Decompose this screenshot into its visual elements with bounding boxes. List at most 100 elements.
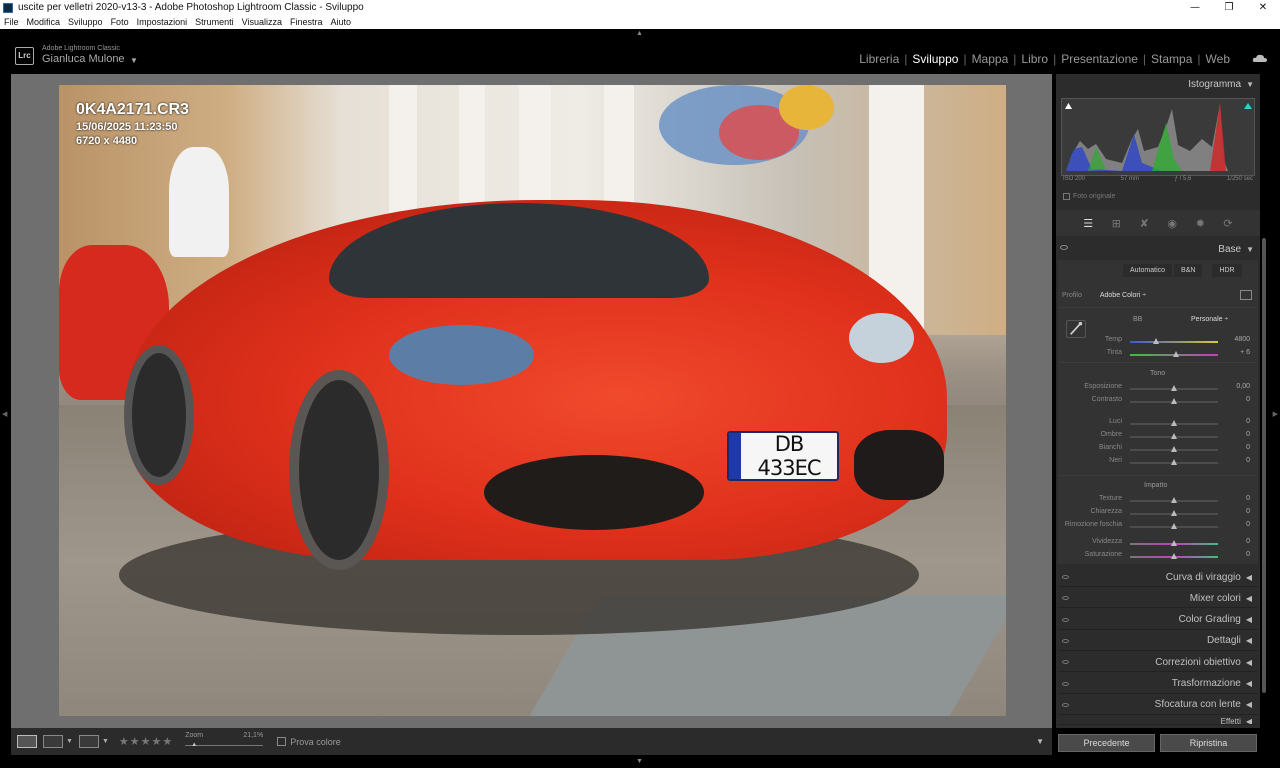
slider-esposizione[interactable]: Esposizione 0,00 — [1058, 382, 1258, 394]
compare-view-button[interactable] — [43, 735, 63, 748]
slider-value[interactable]: 0 — [1246, 444, 1250, 451]
slider-luci[interactable]: Luci 0 — [1058, 417, 1258, 429]
original-photo-checkbox[interactable] — [1063, 193, 1070, 200]
image-canvas[interactable]: DB 433EC 0K4A2171.CR3 15/06/2025 11:23:5… — [11, 74, 1052, 728]
slider-knob[interactable] — [1171, 523, 1177, 529]
original-photo-toggle[interactable]: Foto originale — [1063, 193, 1115, 200]
hdr-button[interactable]: HDR — [1212, 264, 1242, 277]
maximize-icon[interactable]: ❐ — [1212, 2, 1246, 13]
bw-button[interactable]: B&N — [1174, 264, 1203, 277]
module-mappa[interactable]: Mappa — [967, 52, 1014, 66]
photo-preview[interactable]: DB 433EC 0K4A2171.CR3 15/06/2025 11:23:5… — [59, 85, 1006, 716]
menu-strumenti[interactable]: Strumenti — [191, 17, 238, 27]
slider-value[interactable]: 0 — [1246, 495, 1250, 502]
previous-button[interactable]: Precedente — [1058, 734, 1155, 752]
module-libro[interactable]: Libro — [1016, 52, 1053, 66]
module-stampa[interactable]: Stampa — [1146, 52, 1197, 66]
eye-icon[interactable] — [1062, 681, 1069, 686]
slider-knob[interactable] — [1171, 420, 1177, 426]
menu-file[interactable]: File — [0, 17, 23, 27]
slider-value[interactable]: 0 — [1246, 521, 1250, 528]
slider-value[interactable]: 0 — [1246, 508, 1250, 515]
slider-track[interactable] — [1130, 341, 1218, 343]
chevron-down-icon[interactable]: ▼ — [66, 738, 73, 745]
heal-icon[interactable]: ✘ — [1140, 217, 1149, 230]
right-panel-toggle-icon[interactable]: ▶ — [1273, 410, 1278, 418]
eye-icon[interactable] — [1062, 617, 1069, 622]
eye-icon[interactable] — [1062, 660, 1069, 665]
top-panel-toggle-icon[interactable]: ▲ — [636, 30, 643, 37]
slider-value[interactable]: 0 — [1246, 431, 1250, 438]
edit-sliders-icon[interactable]: ☰ — [1083, 217, 1093, 230]
histogram[interactable] — [1061, 98, 1255, 176]
slider-rimozione-foschia[interactable]: Rimozione foschia 0 — [1058, 520, 1258, 532]
user-name[interactable]: Gianluca Mulone — [42, 53, 125, 65]
slider-knob[interactable] — [1171, 433, 1177, 439]
before-after-button[interactable] — [78, 735, 99, 748]
slider-knob[interactable] — [1171, 385, 1177, 391]
panel-header-mixer-colori[interactable]: Mixer colori ◀ — [1058, 589, 1258, 609]
slider-texture[interactable]: Texture 0 — [1058, 494, 1258, 506]
auto-button[interactable]: Automatico — [1123, 264, 1173, 277]
cloud-icon[interactable] — [1252, 53, 1268, 63]
slider-chiarezza[interactable]: Chiarezza 0 — [1058, 507, 1258, 519]
histogram-header[interactable]: Istogramma ▼ — [1056, 74, 1260, 94]
slider-ombre[interactable]: Ombre 0 — [1058, 430, 1258, 442]
rating-stars[interactable]: ★★★★★ — [119, 735, 173, 748]
slider-value[interactable]: 0 — [1246, 457, 1250, 464]
chevron-down-icon[interactable]: ▼ — [102, 738, 109, 745]
slider-knob[interactable] — [1172, 351, 1179, 357]
reset-button[interactable]: Ripristina — [1160, 734, 1257, 752]
slider-knob[interactable] — [1171, 510, 1177, 516]
menu-foto[interactable]: Foto — [107, 17, 133, 27]
slider-neri[interactable]: Neri 0 — [1058, 456, 1258, 468]
slider-value[interactable]: 0 — [1246, 551, 1250, 558]
menu-finestra[interactable]: Finestra — [286, 17, 327, 27]
presets-icon[interactable]: ⟳ — [1223, 217, 1232, 230]
toolbar-options-icon[interactable]: ▼ — [1036, 737, 1044, 746]
eye-icon[interactable] — [1060, 245, 1068, 250]
slider-knob[interactable] — [1171, 540, 1177, 546]
menu-modifica[interactable]: Modifica — [23, 17, 65, 27]
crop-icon[interactable]: ⊞ — [1112, 217, 1121, 230]
slider-bianchi[interactable]: Bianchi 0 — [1058, 443, 1258, 455]
eye-icon[interactable] — [1062, 638, 1069, 643]
eye-icon[interactable] — [1062, 702, 1069, 707]
slider-value[interactable]: 0 — [1246, 396, 1250, 403]
loupe-view-button[interactable] — [17, 735, 37, 748]
slider-value[interactable]: 0 — [1246, 538, 1250, 545]
zoom-knob[interactable]: ▲ — [191, 742, 197, 748]
menu-aiuto[interactable]: Aiuto — [327, 17, 356, 27]
eye-icon[interactable] — [1062, 596, 1069, 601]
slider-value[interactable]: + 6 — [1240, 349, 1250, 356]
slider-value[interactable]: 4800 — [1234, 336, 1250, 343]
slider-knob[interactable] — [1171, 497, 1177, 503]
module-sviluppo[interactable]: Sviluppo — [907, 52, 963, 66]
panel-header-correzioni-obiettivo[interactable]: Correzioni obiettivo ◀ — [1058, 653, 1258, 673]
module-presentazione[interactable]: Presentazione — [1056, 52, 1143, 66]
module-libreria[interactable]: Libreria — [854, 52, 904, 66]
slider-vividezza[interactable]: Vividezza 0 — [1058, 537, 1258, 549]
slider-tinta[interactable]: Tinta + 6 — [1058, 348, 1258, 360]
module-web[interactable]: Web — [1201, 52, 1235, 66]
eye-icon[interactable] — [1062, 575, 1069, 579]
slider-value[interactable]: 0 — [1246, 418, 1250, 425]
slider-knob[interactable] — [1171, 446, 1177, 452]
slider-knob[interactable] — [1171, 459, 1177, 465]
panel-scrollbar[interactable] — [1262, 238, 1266, 693]
slider-temp[interactable]: Temp 4800 — [1058, 335, 1258, 347]
panel-header-color-grading[interactable]: Color Grading ◀ — [1058, 610, 1258, 630]
slider-knob[interactable] — [1171, 398, 1177, 404]
profile-select[interactable]: Adobe Colori ÷ — [1100, 292, 1146, 299]
menu-visualizza[interactable]: Visualizza — [238, 17, 286, 27]
profile-browser-icon[interactable] — [1240, 290, 1252, 300]
menu-sviluppo[interactable]: Sviluppo — [64, 17, 107, 27]
slider-knob[interactable] — [1153, 338, 1160, 344]
chevron-down-icon[interactable]: ▼ — [130, 56, 138, 65]
eye-icon[interactable] — [1062, 724, 1069, 725]
redeye-icon[interactable]: ◉ — [1167, 217, 1177, 230]
panel-header-trasformazione[interactable]: Trasformazione ◀ — [1058, 674, 1258, 694]
slider-knob[interactable] — [1171, 553, 1177, 559]
filmstrip-toggle-icon[interactable]: ▼ — [636, 758, 643, 765]
panel-header-curva-di-viraggio[interactable]: Curva di viraggio ◀ — [1058, 568, 1258, 587]
